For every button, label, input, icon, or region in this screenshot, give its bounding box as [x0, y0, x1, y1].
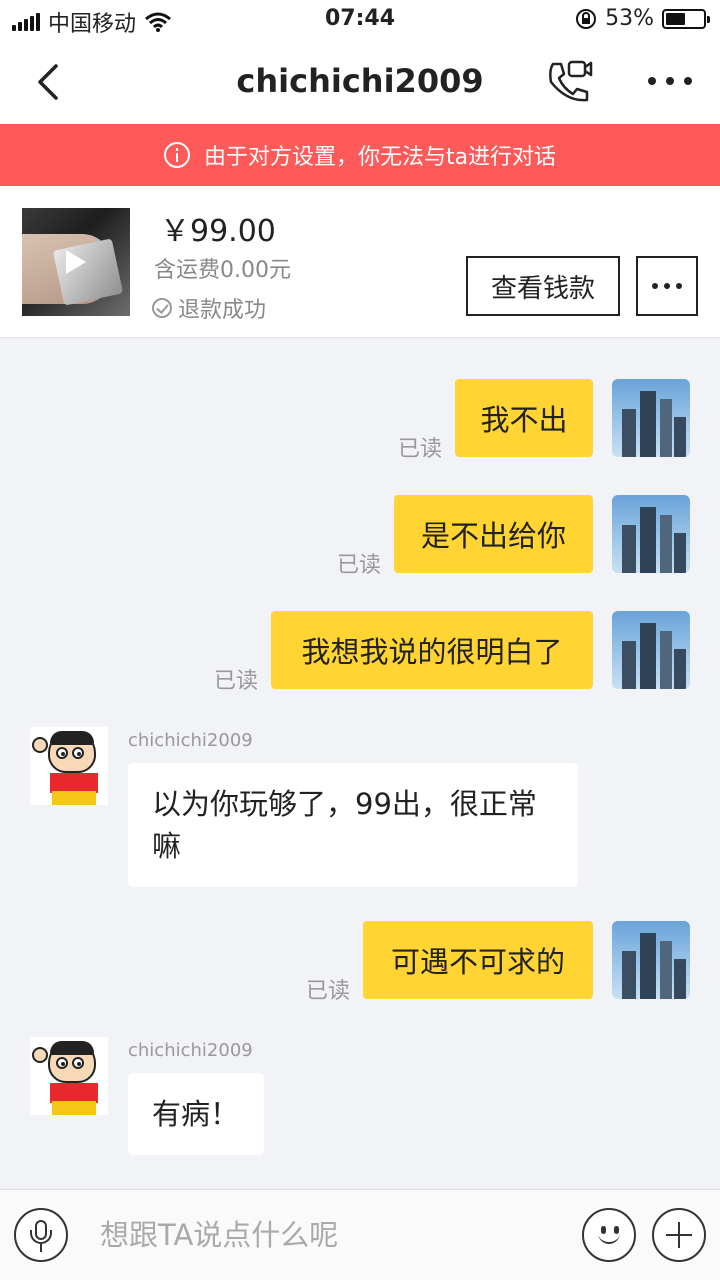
- view-payment-button[interactable]: 查看钱款: [466, 256, 620, 316]
- voice-button[interactable]: [14, 1208, 68, 1262]
- my-message-bubble[interactable]: 我不出: [455, 379, 593, 457]
- status-bar: 中国移动 07:44 53%: [0, 0, 720, 40]
- product-card[interactable]: ￥99.00 含运费0.00元 退款成功 查看钱款: [0, 186, 720, 338]
- phone-video-icon: [549, 60, 593, 102]
- more-dot-icon: [664, 283, 670, 289]
- product-video-thumbnail[interactable]: [22, 208, 130, 316]
- my-avatar[interactable]: [612, 921, 690, 999]
- more-dot-icon: [652, 283, 658, 289]
- video-call-button[interactable]: [545, 58, 595, 106]
- my-avatar[interactable]: [612, 611, 690, 689]
- chat-title: chichichi2009: [236, 62, 484, 100]
- warning-text: 由于对方设置，你无法与ta进行对话: [203, 145, 557, 170]
- contact-message-bubble[interactable]: 有病！: [128, 1073, 264, 1155]
- input-bar: 想跟TA说点什么呢: [0, 1189, 720, 1280]
- emoji-icon: [598, 1228, 620, 1244]
- add-button[interactable]: [652, 1208, 706, 1262]
- more-dot-icon: [666, 77, 674, 85]
- microphone-base: [40, 1244, 42, 1252]
- contact-avatar[interactable]: [30, 1037, 108, 1115]
- contact-message-bubble[interactable]: 以为你玩够了，99出，很正常 嘛: [128, 763, 578, 887]
- info-icon: [163, 142, 190, 168]
- status-right: 53%: [575, 6, 710, 31]
- message-line: 嘛: [152, 829, 182, 863]
- read-receipt: 已读: [306, 979, 351, 1004]
- battery-fill: [666, 12, 686, 25]
- message-line: 有病！: [152, 1097, 240, 1131]
- emoji-button[interactable]: [582, 1208, 636, 1262]
- more-dot-icon: [648, 77, 656, 85]
- my-avatar[interactable]: [612, 379, 690, 457]
- warning-banner: 由于对方设置，你无法与ta进行对话: [0, 124, 720, 186]
- my-message-bubble[interactable]: 是不出给你: [394, 495, 593, 573]
- nav-bar: chichichi2009: [0, 40, 720, 124]
- battery-percent: 53%: [605, 6, 654, 31]
- check-circle-icon: [152, 298, 172, 318]
- more-dot-icon: [676, 283, 682, 289]
- microphone-stand: [30, 1230, 52, 1244]
- order-status-text: 退款成功: [178, 298, 267, 323]
- product-more-button[interactable]: [636, 256, 698, 316]
- read-receipt: 已读: [398, 437, 443, 462]
- my-message-bubble[interactable]: 可遇不可求的: [363, 921, 593, 999]
- read-receipt: 已读: [337, 553, 382, 578]
- shipping-fee: 含运费0.00元: [154, 258, 291, 283]
- contact-avatar[interactable]: [30, 727, 108, 805]
- sender-name: chichichi2009: [128, 730, 253, 751]
- more-dot-icon: [684, 77, 692, 85]
- read-receipt: 已读: [214, 669, 259, 694]
- thumbnail-device: [52, 238, 124, 306]
- order-status: 退款成功: [152, 292, 266, 324]
- play-icon: [66, 250, 86, 274]
- my-message-bubble[interactable]: 我想我说的很明白了: [271, 611, 593, 689]
- my-avatar[interactable]: [612, 495, 690, 573]
- sender-name: chichichi2009: [128, 1040, 253, 1061]
- message-input[interactable]: 想跟TA说点什么呢: [100, 1212, 338, 1254]
- product-price: ￥99.00: [160, 214, 276, 249]
- rotation-lock-icon: [576, 8, 597, 29]
- message-list[interactable]: 已读 我不出 已读 是不出给你 已读 我想我说的很明白了 chichichi20…: [0, 339, 720, 1189]
- message-line: 以为你玩够了，99出，很正常: [152, 787, 537, 821]
- battery-icon: [662, 8, 710, 29]
- more-button[interactable]: [648, 66, 692, 96]
